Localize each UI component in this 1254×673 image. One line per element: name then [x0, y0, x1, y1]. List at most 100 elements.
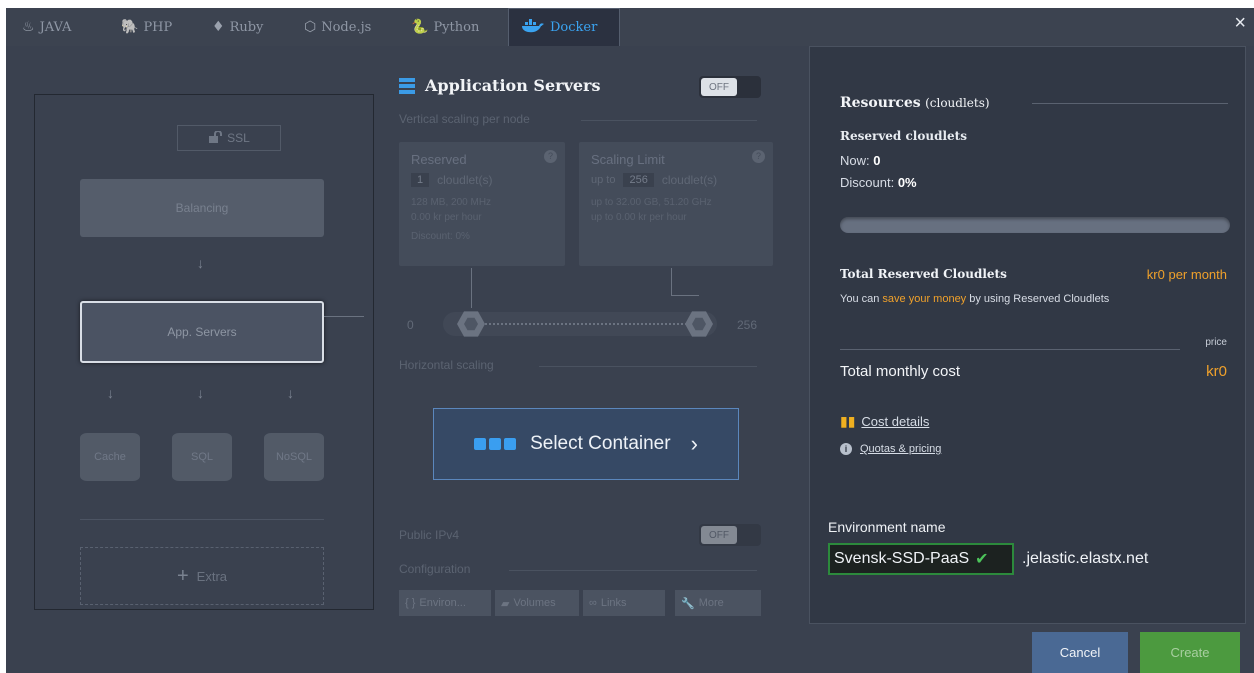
now-row: Now: 0 [840, 153, 880, 168]
discount-value: 0% [897, 175, 917, 190]
reserved-line3: Discount: 0% [411, 231, 470, 242]
tab-nodejs[interactable]: ⬡ Node.js [304, 8, 371, 46]
plus-icon: + [176, 564, 189, 587]
button-label: More [698, 597, 724, 609]
tab-php[interactable]: 🐘 PHP [121, 8, 172, 46]
add-extra-button[interactable]: + Extra [80, 547, 324, 605]
vertical-scaling-label: Vertical scaling per node [399, 112, 530, 126]
tab-label: JAVA [39, 19, 72, 35]
connector-line [671, 268, 699, 296]
app-servers-config: Application Servers OFF Vertical scaling… [399, 68, 773, 628]
divider [840, 349, 1180, 350]
price-label: price [1205, 337, 1227, 348]
slider-range [465, 323, 687, 325]
save-money-note: You can save your money by using Reserve… [840, 293, 1109, 305]
save-money-link[interactable]: save your money [882, 293, 966, 305]
arrow-down-icon: ↓ [197, 255, 204, 271]
app-servers-toggle[interactable]: OFF [699, 76, 761, 98]
reserved-input[interactable]: 1 [411, 173, 430, 187]
links-button[interactable]: ∞ Links [583, 590, 665, 616]
divider [539, 366, 757, 367]
discount-label: Discount: [840, 175, 895, 190]
tab-java[interactable]: ♨ JAVA [22, 8, 71, 46]
config-title: Application Servers [399, 76, 600, 95]
button-label: Environ... [419, 597, 466, 609]
tab-label: PHP [143, 19, 173, 35]
tab-ruby[interactable]: ♦ Ruby [212, 8, 263, 46]
balancing-button[interactable]: Balancing [80, 179, 324, 237]
coins-icon: ▮▮ [840, 413, 856, 429]
public-ipv4-label: Public IPv4 [399, 528, 460, 542]
help-icon[interactable]: ? [544, 150, 557, 163]
dialog-footer: Cancel Create [6, 624, 1254, 673]
button-label: Links [600, 597, 627, 609]
quotas-row: i Quotas & pricing [840, 443, 941, 455]
resources-title: Resources (cloudlets) [840, 95, 990, 111]
cancel-button[interactable]: Cancel [1032, 632, 1128, 673]
resources-panel: Resources (cloudlets) Reserved cloudlets… [809, 46, 1246, 624]
env-name-field[interactable]: Svensk-SSD-PaaS ✔ [828, 543, 1014, 575]
app-servers-button[interactable]: App. Servers [80, 301, 324, 363]
extra-label: Extra [196, 568, 228, 584]
tab-label: Python [433, 19, 480, 35]
topology-wizard: SSL Balancing ↓ App. Servers ↓ ↓ ↓ Cache… [34, 94, 374, 610]
info-icon: i [840, 443, 852, 455]
divider [80, 519, 324, 520]
discount-progress-bar [840, 217, 1230, 233]
public-ipv4-toggle[interactable]: OFF [699, 524, 761, 546]
resources-title-text: Resources [840, 95, 921, 111]
nosql-node[interactable]: NoSQL [264, 433, 324, 481]
help-icon[interactable]: ? [752, 150, 765, 163]
reserved-unit: cloudlet(s) [437, 173, 493, 187]
reserved-line1: 128 MB, 200 MHz [411, 197, 492, 208]
volumes-button[interactable]: ▰ Volumes [495, 590, 579, 616]
connector-line [324, 316, 364, 317]
tab-python[interactable]: 🐍 Python [411, 8, 479, 46]
resources-title-suffix: (cloudlets) [925, 96, 990, 110]
scaling-limit-line2: up to 0.00 kr per hour [591, 212, 687, 223]
chevron-right-icon: › [690, 431, 698, 456]
java-icon: ♨ [22, 19, 35, 35]
cost-details-link[interactable]: Cost details [861, 414, 929, 429]
more-button[interactable]: 🔧 More [675, 590, 761, 616]
quotas-pricing-link[interactable]: Quotas & pricing [860, 443, 941, 455]
save-text-after: by using Reserved Cloudlets [969, 293, 1110, 305]
engine-tab-bar: ♨ JAVA 🐘 PHP ♦ Ruby ⬡ Node.js 🐍 Python D… [6, 8, 1254, 46]
slider-min: 0 [407, 318, 414, 332]
create-button[interactable]: Create [1140, 632, 1240, 673]
scaling-limit-line1: up to 32.00 GB, 51.20 GHz [591, 197, 712, 208]
python-icon: 🐍 [411, 19, 429, 35]
tab-label: Ruby [229, 19, 264, 35]
close-icon[interactable]: × [1234, 12, 1246, 35]
configuration-label: Configuration [399, 562, 471, 576]
ruby-icon: ♦ [212, 19, 225, 35]
lock-icon [208, 129, 223, 146]
arrow-down-icon: ↓ [287, 385, 294, 401]
env-name-label: Environment name [828, 519, 946, 535]
select-container-label: Select Container [530, 433, 671, 454]
environment-variables-button[interactable]: { } Environ... [399, 590, 491, 616]
reserved-card: Reserved ? 1 cloudlet(s) 128 MB, 200 MHz … [399, 142, 565, 266]
ssl-label: SSL [227, 131, 250, 145]
arrow-down-icon: ↓ [107, 385, 114, 401]
cost-details-row: ▮▮ Cost details [840, 413, 929, 430]
php-icon: 🐘 [121, 19, 139, 35]
nodejs-icon: ⬡ [304, 19, 317, 35]
horizontal-scaling-label: Horizontal scaling [399, 358, 494, 372]
env-domain: .jelastic.elastx.net [1022, 550, 1149, 567]
folder-icon: ▰ [501, 597, 510, 610]
now-label: Now: [840, 153, 870, 168]
cache-node[interactable]: Cache [80, 433, 140, 481]
toggle-label: OFF [701, 526, 737, 544]
sql-node[interactable]: SQL [172, 433, 232, 481]
ssl-toggle[interactable]: SSL [177, 125, 281, 151]
tab-label: Docker [550, 20, 598, 35]
select-container-button[interactable]: Select Container › [433, 408, 739, 480]
toggle-label: OFF [701, 78, 737, 96]
reserved-cloudlets-label: Reserved cloudlets [840, 129, 967, 143]
slider-max: 256 [737, 318, 758, 332]
wrench-icon: 🔧 [681, 597, 695, 610]
scaling-limit-input[interactable]: 256 [623, 173, 654, 187]
tab-docker[interactable]: Docker [508, 8, 620, 46]
app-servers-icon [399, 77, 415, 94]
